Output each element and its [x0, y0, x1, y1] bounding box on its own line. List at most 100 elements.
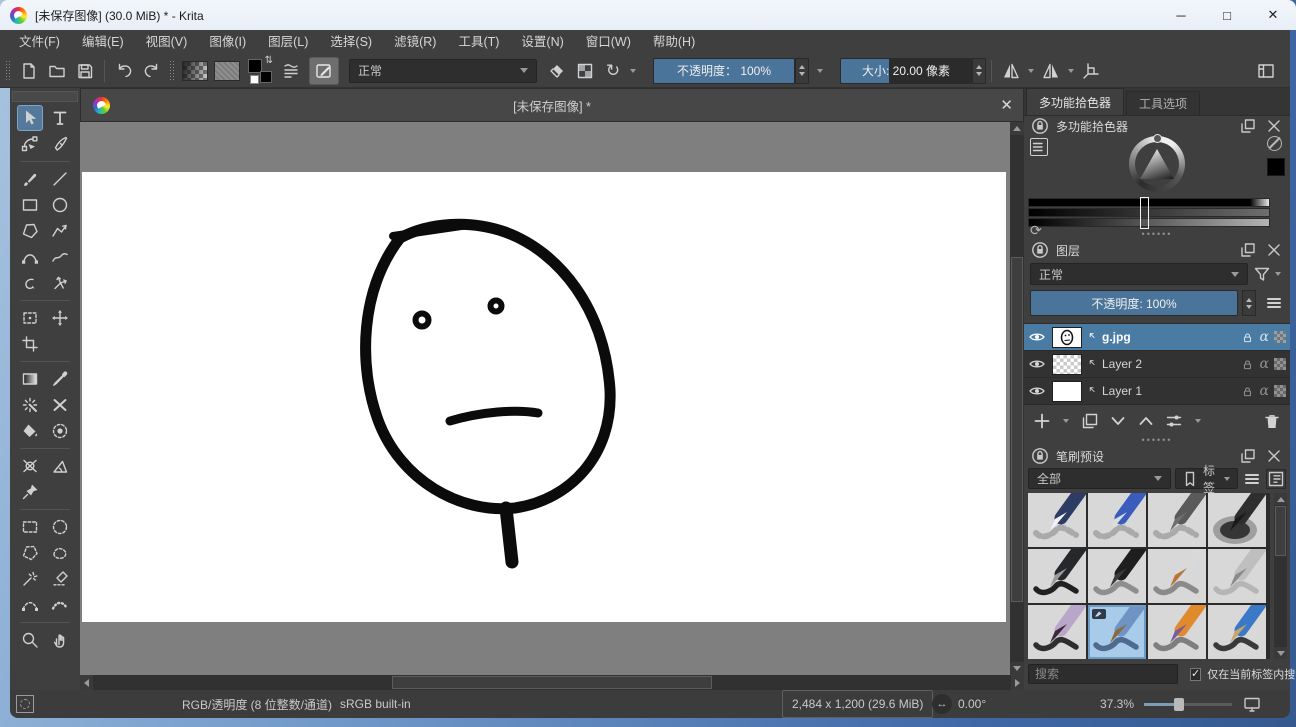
close-docker-icon[interactable] [1264, 446, 1284, 466]
close-button[interactable]: ✕ [1250, 0, 1296, 30]
tab-advanced-color-selector[interactable]: 多功能拾色器 [1026, 88, 1124, 115]
layer-name[interactable]: g.jpg [1102, 330, 1236, 344]
move-layer-up-button[interactable] [1136, 411, 1156, 431]
canvas[interactable] [82, 172, 1006, 622]
dropdown-arrow-icon[interactable] [817, 69, 823, 73]
horizontal-scrollbar-thumb[interactable] [392, 676, 713, 689]
menu-设置N[interactable]: 设置(N) [510, 30, 574, 54]
canvas-viewport[interactable] [80, 122, 1024, 675]
horizontal-scrollbar[interactable] [80, 675, 1024, 690]
move-layer-down-button[interactable] [1108, 411, 1128, 431]
foreground-background-colors[interactable]: ⇅ [247, 58, 273, 84]
zoom-slider-handle[interactable] [1174, 698, 1184, 711]
layer-inherit-alpha-icon[interactable] [1274, 358, 1286, 370]
float-docker-icon[interactable] [1238, 116, 1258, 136]
subwindow-close-button[interactable]: ✕ [1000, 96, 1013, 114]
value-bar[interactable] [1028, 208, 1270, 217]
tool-polyline[interactable] [47, 218, 73, 244]
menu-窗口W[interactable]: 窗口(W) [575, 30, 642, 54]
mirror-horizontal-button[interactable] [997, 57, 1025, 85]
close-docker-icon[interactable] [1264, 240, 1284, 260]
layer-thumbnail[interactable] [1052, 327, 1082, 348]
layer-lock-icon[interactable] [1240, 357, 1255, 372]
menu-滤镜R[interactable]: 滤镜(R) [383, 30, 447, 54]
scroll-up-button[interactable] [1010, 122, 1024, 135]
tool-freehand-brush[interactable] [17, 166, 43, 192]
image-dimensions-status[interactable]: 2,484 x 1,200 (29.6 MiB) [782, 690, 933, 718]
panel-resize-handle[interactable]: •••••• [1024, 437, 1290, 446]
brush-preset-marker-chisel[interactable] [1088, 549, 1146, 603]
delete-layer-button[interactable] [1262, 411, 1282, 431]
layer-name[interactable]: Layer 2 [1102, 357, 1236, 371]
tool-measure[interactable] [47, 453, 73, 479]
lock-docker-icon[interactable] [1030, 446, 1050, 466]
menu-帮助H[interactable]: 帮助(H) [642, 30, 706, 54]
layer-lock-icon[interactable] [1240, 384, 1255, 399]
layer-alpha-lock-icon[interactable]: α [1260, 383, 1269, 399]
brush-tag-filter-select[interactable]: 全部 [1028, 468, 1171, 489]
color-profile-status[interactable]: RGB/透明度 (8 位整数/通道) sRGB built-in [182, 690, 411, 718]
current-color-swatch[interactable] [1267, 158, 1285, 176]
tool-smart-patch[interactable] [47, 392, 73, 418]
layer-options-menu-icon[interactable] [1264, 293, 1284, 313]
scroll-right-button[interactable] [1011, 675, 1024, 690]
tab-tool-options[interactable]: 工具选项 [1126, 91, 1200, 115]
brush-preset-ink-pen-rough[interactable] [1028, 549, 1086, 603]
tool-multibrush[interactable] [47, 270, 73, 296]
layer-alpha-lock-icon[interactable]: α [1260, 329, 1269, 345]
tool-select-polygonal[interactable] [17, 540, 43, 566]
tool-enclose-fill[interactable] [47, 418, 73, 444]
layer-filter-button[interactable] [1252, 264, 1284, 284]
value-bar-handle[interactable] [1140, 197, 1149, 229]
dropdown-arrow-icon[interactable] [1195, 419, 1201, 423]
color-wheel[interactable] [1129, 136, 1185, 192]
brush-composite-button[interactable] [277, 57, 305, 85]
tool-select-freehand[interactable] [47, 540, 73, 566]
tool-fill[interactable] [17, 418, 43, 444]
menu-视图V[interactable]: 视图(V) [135, 30, 199, 54]
tool-color-sampler[interactable] [47, 366, 73, 392]
opacity-spinner[interactable] [795, 58, 809, 84]
layer-lock-icon[interactable] [1240, 330, 1255, 345]
scroll-down-button[interactable] [1010, 662, 1024, 675]
layer-inherit-alpha-icon[interactable] [1274, 385, 1286, 397]
tool-zoom[interactable] [17, 627, 43, 653]
layer-opacity-slider[interactable]: 不透明度: 100% [1030, 290, 1238, 316]
float-docker-icon[interactable] [1238, 240, 1258, 260]
value-bar[interactable] [1028, 198, 1270, 207]
pattern-swatch-button[interactable] [214, 61, 240, 81]
brush-preset-airbrush-soft[interactable] [1208, 493, 1266, 547]
menu-工具T[interactable]: 工具(T) [447, 30, 510, 54]
add-layer-button[interactable] [1032, 411, 1052, 431]
layer-visibility-eye-icon[interactable] [1026, 381, 1048, 401]
tool-move[interactable] [47, 305, 73, 331]
tool-text[interactable] [47, 105, 73, 131]
lock-docker-icon[interactable] [1030, 116, 1050, 136]
tool-select-similar[interactable] [47, 566, 73, 592]
duplicate-layer-button[interactable] [1080, 411, 1100, 431]
menu-图层L[interactable]: 图层(L) [257, 30, 319, 54]
layer-opacity-spinner[interactable] [1242, 290, 1256, 316]
brush-view-menu-icon[interactable] [1242, 469, 1262, 489]
tool-calligraphy[interactable] [47, 131, 73, 157]
maximize-button[interactable]: □ [1204, 0, 1250, 30]
float-docker-icon[interactable] [1238, 446, 1258, 466]
dropdown-arrow-icon[interactable] [1028, 69, 1034, 73]
color-wheel-marker[interactable] [1153, 134, 1162, 143]
lock-docker-icon[interactable] [1030, 240, 1050, 260]
new-document-button[interactable] [15, 57, 43, 85]
vertical-scrollbar-thumb[interactable] [1011, 257, 1023, 602]
brush-preset-eraser-big-soft[interactable] [1148, 493, 1206, 547]
refresh-colors-icon[interactable]: ⟳ [1030, 222, 1042, 239]
redo-button[interactable] [138, 57, 166, 85]
layer-row-layer-1[interactable]: Layer 1 α [1024, 378, 1290, 405]
tag-button[interactable]: 标签 [1175, 468, 1238, 489]
gradient-swatch-button[interactable] [182, 61, 208, 81]
blending-mode-select[interactable]: 正常 [349, 59, 537, 83]
mirror-vertical-button[interactable] [1037, 57, 1065, 85]
tool-pattern-edit[interactable] [17, 392, 43, 418]
workspace-chooser-button[interactable] [1252, 57, 1280, 85]
tool-assistants[interactable] [17, 453, 43, 479]
menu-文件F[interactable]: 文件(F) [8, 30, 71, 54]
layer-name[interactable]: Layer 1 [1102, 384, 1236, 398]
